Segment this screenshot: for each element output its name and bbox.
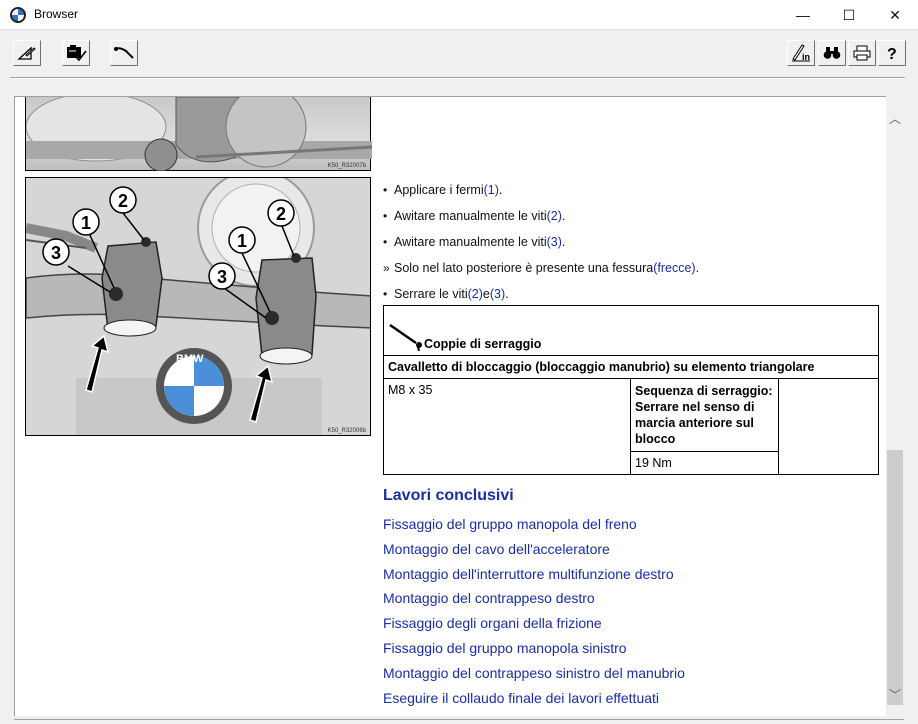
svg-text:?: ? <box>887 46 897 62</box>
scroll-up-button[interactable]: ︿ <box>886 109 904 127</box>
callout-2-right: 2 <box>276 204 286 224</box>
search-button[interactable] <box>818 40 846 66</box>
callout-1-left: 1 <box>81 213 91 233</box>
window-title: Browser <box>34 7 79 21</box>
document-check-button[interactable] <box>62 40 90 66</box>
close-button[interactable]: ✕ <box>872 0 918 30</box>
figure-top-illustration <box>25 97 373 172</box>
edit-triangle-icon <box>17 46 36 60</box>
toolbar: in ? <box>0 30 918 96</box>
handlebar-illustration: BMW 1 2 3 1 2 3 <box>26 178 370 435</box>
scroll-down-button[interactable]: ﹀ <box>886 685 904 703</box>
step-reference[interactable]: (3) <box>490 287 505 301</box>
callout-1-right: 1 <box>237 231 247 251</box>
content-frame: K50_R32007b BMW 1 2 3 1 2 3 K50_R32006b … <box>0 96 918 724</box>
title-bar: Browser — ☐ ✕ <box>0 0 918 30</box>
callout-3-left: 3 <box>51 243 61 263</box>
help-icon: ? <box>887 46 897 62</box>
step-item: • Applicare i fermi (1). <box>383 183 503 197</box>
torque-empty-cell <box>778 378 879 475</box>
document-check-icon <box>67 45 87 62</box>
callout-2-left: 2 <box>118 191 128 211</box>
torque-spec: M8 x 35 <box>383 378 631 475</box>
step-note: » Solo nel lato posteriore è presente una… <box>383 261 700 275</box>
bmw-logo-text: BMW <box>176 353 204 365</box>
help-button[interactable]: ? <box>878 40 906 66</box>
document-view: K50_R32007b BMW 1 2 3 1 2 3 K50_R32006b … <box>14 96 886 716</box>
info-pen-icon: in <box>792 44 810 62</box>
closing-link[interactable]: Montaggio del cavo dell'acceleratore <box>383 541 685 566</box>
torque-value: 19 Nm <box>630 451 779 475</box>
torque-wrench-icon <box>389 323 422 352</box>
bottom-border <box>14 719 904 720</box>
minimize-button[interactable]: — <box>780 0 826 30</box>
torque-table-header: Coppie di serraggio <box>383 305 879 356</box>
minimize-icon: — <box>796 7 810 23</box>
closing-link[interactable]: Montaggio dell'interruttore multifunzion… <box>383 566 685 591</box>
torque-sequence: Sequenza di serraggio: Serrare nel senso… <box>630 378 779 452</box>
svg-text:in: in <box>802 52 810 62</box>
step-reference[interactable]: (1) <box>484 183 499 197</box>
closing-link[interactable]: Fissaggio del gruppo manopola sinistro <box>383 640 685 665</box>
closing-work-title: Lavori conclusivi <box>383 487 514 504</box>
step-reference[interactable]: (2) <box>468 287 483 301</box>
step-item: • Awitare manualmente le viti (3). <box>383 235 566 249</box>
binoculars-icon <box>823 47 841 59</box>
closing-link[interactable]: Eseguire il collaudo finale dei lavori e… <box>383 690 685 715</box>
scrollbar-thumb[interactable] <box>887 450 903 705</box>
wrench-icon <box>114 47 134 59</box>
bmw-app-icon <box>10 7 26 23</box>
step-reference[interactable]: (3) <box>547 235 562 249</box>
step-item: • Awitare manualmente le viti (2). <box>383 209 566 223</box>
closing-link[interactable]: Fissaggio del gruppo manopola del freno <box>383 516 685 541</box>
callout-3-right: 3 <box>217 267 227 287</box>
wrench-button[interactable] <box>110 40 138 66</box>
print-button[interactable] <box>848 40 876 66</box>
info-pen-button[interactable]: in <box>787 40 815 66</box>
chevron-down-icon: ﹀ <box>888 687 901 702</box>
figure-handlebar-clamps: BMW 1 2 3 1 2 3 K50_R32006b <box>25 177 371 436</box>
close-icon: ✕ <box>889 6 901 23</box>
edit-triangle-button[interactable] <box>13 40 41 66</box>
figure-top-code: K50_R32007b <box>327 163 366 169</box>
closing-link[interactable]: Montaggio del contrappeso destro <box>383 590 685 615</box>
procedure-steps: • Applicare i fermi (1). • Awitare manualm… <box>383 183 873 313</box>
step-reference[interactable]: (frecce) <box>653 261 695 275</box>
maximize-button[interactable]: ☐ <box>826 0 872 30</box>
torque-table-subheading: Cavalletto di bloccaggio (bloccaggio man… <box>383 355 879 379</box>
printer-icon <box>853 45 871 61</box>
torque-table: Coppie di serraggio Cavalletto di blocca… <box>383 305 879 475</box>
step-reference[interactable]: (2) <box>547 209 562 223</box>
maximize-icon: ☐ <box>842 6 856 23</box>
chevron-up-icon: ︿ <box>888 111 901 126</box>
figure-top: K50_R32007b <box>25 97 373 172</box>
closing-work-links: Fissaggio del gruppo manopola del freno … <box>383 516 685 714</box>
vertical-scrollbar[interactable]: ︿ ﹀ <box>886 97 904 717</box>
closing-link[interactable]: Montaggio del contrappeso sinistro del m… <box>383 665 685 690</box>
toolbar-divider <box>10 77 905 79</box>
figure-main-code: K50_R32006b <box>327 428 366 434</box>
closing-link[interactable]: Fissaggio degli organi della frizione <box>383 615 685 640</box>
